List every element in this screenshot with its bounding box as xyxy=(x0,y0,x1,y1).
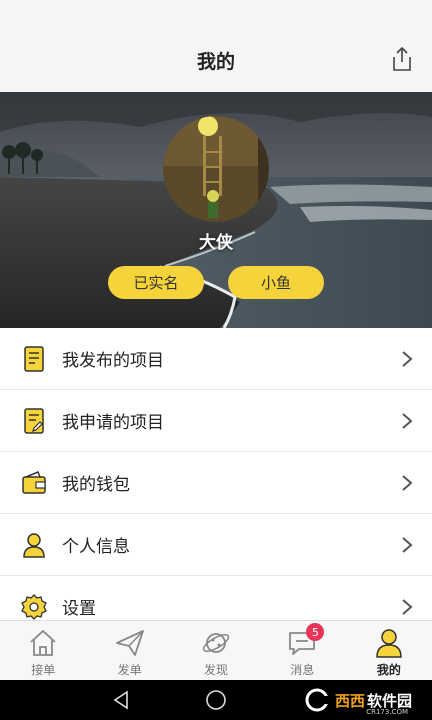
tag-verified[interactable]: 已实名 xyxy=(108,266,204,299)
document-icon xyxy=(20,345,48,373)
tab-mine[interactable]: 我的 xyxy=(346,621,432,680)
menu-item-applied-projects[interactable]: 我申请的项目 xyxy=(0,390,432,452)
watermark-logo-icon xyxy=(305,688,333,712)
home-button-icon[interactable] xyxy=(205,689,227,711)
menu-item-label: 我的钱包 xyxy=(62,475,130,495)
user-icon xyxy=(372,626,406,660)
gear-icon xyxy=(20,593,48,621)
header: 我的 xyxy=(0,0,432,92)
avatar[interactable] xyxy=(163,116,269,222)
unread-badge: 5 xyxy=(306,623,325,641)
send-icon xyxy=(113,626,147,660)
menu-list: 我发布的项目 我申请的项目 我的钱包 个人信息 设置 xyxy=(0,328,432,638)
tab-label: 我的 xyxy=(376,663,401,677)
profile-banner: 大侠 已实名 小鱼 xyxy=(0,92,432,328)
planet-icon xyxy=(199,626,233,660)
share-icon[interactable] xyxy=(390,46,414,72)
menu-item-personal-info[interactable]: 个人信息 xyxy=(0,514,432,576)
tab-label: 发现 xyxy=(204,663,229,677)
tab-post-orders[interactable]: 发单 xyxy=(86,621,172,680)
menu-item-label: 个人信息 xyxy=(62,537,130,557)
home-icon xyxy=(26,626,60,660)
tag-level[interactable]: 小鱼 xyxy=(228,266,324,299)
user-icon xyxy=(20,531,48,559)
tab-messages[interactable]: 5 消息 xyxy=(259,621,345,680)
page-title: 我的 xyxy=(196,50,235,73)
watermark-brand: 西西 xyxy=(334,691,365,710)
menu-item-published-projects[interactable]: 我发布的项目 xyxy=(0,328,432,390)
wallet-icon xyxy=(20,469,48,497)
watermark: 西西 软件园 CR173.COM xyxy=(305,686,412,716)
menu-item-label: 我申请的项目 xyxy=(62,413,164,433)
system-nav-bar: 西西 软件园 CR173.COM xyxy=(0,680,432,720)
edit-document-icon xyxy=(20,407,48,435)
menu-item-label: 我发布的项目 xyxy=(62,351,164,371)
chevron-right-icon xyxy=(402,536,413,553)
menu-item-wallet[interactable]: 我的钱包 xyxy=(0,452,432,514)
tab-bar: 接单 发单 发现 5 消息 我的 xyxy=(0,620,432,680)
tab-label: 接单 xyxy=(31,663,56,677)
menu-item-label: 设置 xyxy=(62,599,96,619)
back-icon[interactable] xyxy=(112,690,130,710)
tab-discover[interactable]: 发现 xyxy=(173,621,259,680)
chevron-right-icon xyxy=(402,474,413,491)
watermark-sub: CR173.COM xyxy=(366,708,408,716)
chevron-right-icon xyxy=(402,350,413,367)
tab-label: 发单 xyxy=(117,663,142,677)
tab-take-orders[interactable]: 接单 xyxy=(0,621,86,680)
username: 大侠 xyxy=(199,233,233,253)
chevron-right-icon xyxy=(402,412,413,429)
tab-label: 消息 xyxy=(290,663,315,677)
chevron-right-icon xyxy=(402,598,413,615)
